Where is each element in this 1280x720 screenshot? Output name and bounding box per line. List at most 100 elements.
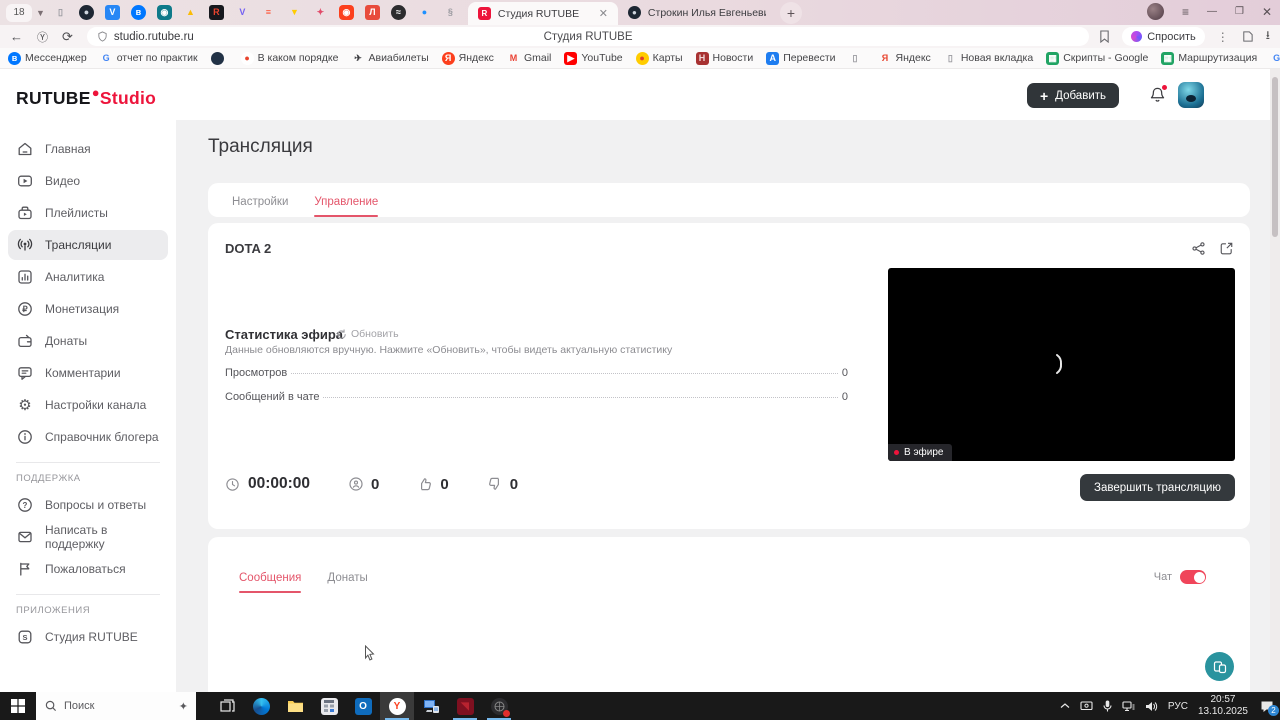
bookmark-item[interactable]: Н Новости [695, 51, 753, 65]
pinned-tab-icon[interactable]: V [235, 5, 250, 20]
addressbar-menu-icon[interactable]: ⋮ [1217, 30, 1229, 44]
pinned-tab-icon[interactable]: § [443, 5, 458, 20]
stream-player[interactable]: В эфире [888, 268, 1235, 461]
pinned-tab-icon[interactable]: R [208, 5, 224, 20]
open-external-icon[interactable] [1219, 241, 1234, 256]
bookmark-item[interactable]: ▯ Новая вкладка [944, 52, 1033, 65]
tray-display-icon[interactable] [1080, 700, 1093, 712]
bookmark-item[interactable]: ● В каком порядке [240, 51, 338, 65]
pinned-tab-icon[interactable]: ● [417, 5, 432, 20]
sidebar-item-video[interactable]: Видео [8, 166, 168, 196]
tray-network-icon[interactable] [1122, 700, 1135, 712]
sidebar-item-studio-app[interactable]: S Студия RUTUBE [8, 622, 168, 652]
pinned-tab-icon[interactable]: ≡ [261, 5, 276, 20]
yandex-browser-icon[interactable]: Y [380, 692, 414, 720]
new-tab-button[interactable]: + [779, 1, 802, 24]
bookmark-item[interactable]: ▶ YouTube [564, 51, 623, 65]
sidebar-item-comments[interactable]: Комментарии [8, 358, 168, 388]
start-button[interactable] [0, 692, 36, 720]
tray-volume-icon[interactable] [1145, 701, 1158, 712]
sidebar-item-blogger-guide[interactable]: Справочник блогера [8, 422, 168, 452]
pinned-tab-icon[interactable]: ▯ [53, 5, 68, 20]
pinned-tab-icon[interactable]: ◉ [156, 5, 172, 20]
bookmark-flag-icon[interactable] [1099, 30, 1110, 43]
pinned-tab-icon[interactable]: ● [78, 5, 94, 20]
task-view-button[interactable] [210, 692, 244, 720]
pinned-tab-icon[interactable]: V [104, 5, 120, 20]
tab-counter-chevron-icon[interactable]: ▼ [36, 8, 45, 18]
thumbs-up-icon[interactable] [417, 476, 433, 492]
refresh-button[interactable]: Обновить [336, 328, 399, 340]
chat-tab-messages[interactable]: Сообщения [239, 572, 302, 593]
bookmark-item[interactable]: в Мессенджер [8, 51, 87, 65]
tray-expand-icon[interactable] [1060, 702, 1070, 710]
bookmark-item[interactable]: ● Карты [635, 51, 683, 65]
notifications-bell-icon[interactable] [1149, 85, 1167, 104]
language-indicator[interactable]: РУС [1168, 701, 1188, 712]
taskbar-clock[interactable]: 20:57 13.10.2025 [1198, 694, 1248, 719]
bookmark-item[interactable]: G Картинки [1270, 52, 1280, 65]
bookmark-item[interactable]: M Gmail [507, 52, 552, 65]
sidebar-item-channel-settings[interactable]: ⚙ Настройки канала [8, 390, 168, 420]
url-field[interactable]: studio.rutube.ru Студия RUTUBE [86, 27, 1090, 46]
tab-background[interactable]: ● Строкин Илья Евгеньевич [618, 1, 776, 24]
action-center-icon[interactable]: 2 [1260, 700, 1279, 716]
browser-profile-avatar[interactable] [1146, 3, 1164, 20]
pinned-tab-icon[interactable]: Л [364, 5, 380, 20]
sidebar-item-streams[interactable]: Трансляции [8, 230, 168, 260]
sidebar-item-faq[interactable]: ? Вопросы и ответы [8, 490, 168, 520]
protect-icon[interactable] [1241, 30, 1254, 43]
bookmark-item[interactable]: Я Яндекс [441, 51, 494, 65]
rutube-studio-logo[interactable]: RUTUBE●Studio [16, 85, 156, 109]
tab-manage[interactable]: Управление [314, 196, 379, 217]
chat-toggle[interactable] [1180, 570, 1206, 584]
pinned-tab-icon[interactable]: в [130, 5, 146, 20]
sidebar-item-report[interactable]: Пожаловаться [8, 554, 168, 584]
ask-alice-button[interactable]: Спросить [1122, 27, 1205, 46]
user-avatar[interactable] [1178, 82, 1204, 108]
file-explorer-icon[interactable] [278, 692, 312, 720]
sidebar-item-playlists[interactable]: Плейлисты [8, 198, 168, 228]
share-icon[interactable] [1191, 241, 1206, 256]
sidebar-item-monetization[interactable]: ₽ Монетизация [8, 294, 168, 324]
tray-microphone-icon[interactable] [1103, 700, 1112, 712]
sidebar-item-contact-support[interactable]: Написать в поддержку [8, 522, 168, 552]
add-button[interactable]: + Добавить [1026, 83, 1119, 108]
back-icon[interactable]: ← [10, 29, 23, 44]
window-close-icon[interactable]: ✕ [1262, 5, 1272, 19]
bookmark-item[interactable]: Я Яндекс [879, 52, 931, 65]
chat-tab-donates[interactable]: Донаты [327, 572, 367, 593]
tab-active[interactable]: R Студия RUTUBE ✕ [467, 2, 618, 25]
pinned-tab-icon[interactable]: ✦ [313, 5, 328, 20]
thumbs-down-icon[interactable] [487, 476, 503, 492]
my-computer-icon[interactable] [414, 692, 448, 720]
taskbar-search[interactable]: Поиск ✦ [36, 692, 196, 720]
bookmark-item[interactable]: ▦ Скрипты - Google [1046, 51, 1148, 65]
sidebar-item-donates[interactable]: Донаты [8, 326, 168, 356]
bookmark-item[interactable]: А Перевести [766, 51, 836, 65]
calculator-app-icon[interactable] [312, 692, 346, 720]
outlook-app-icon[interactable]: O [346, 692, 380, 720]
pinned-tab-icon[interactable]: ≈ [390, 5, 406, 20]
reload-icon[interactable]: ⟳ [62, 29, 73, 45]
end-stream-button[interactable]: Завершить трансляцию [1080, 474, 1235, 501]
red-app-icon[interactable]: ◥ [448, 692, 482, 720]
browser-menu-icon[interactable]: ≡ [1182, 5, 1189, 19]
sidebar-item-analytics[interactable]: Аналитика [8, 262, 168, 292]
window-minimize-icon[interactable]: — [1207, 6, 1217, 17]
window-restore-icon[interactable]: ❐ [1235, 6, 1244, 17]
edge-app-icon[interactable] [244, 692, 278, 720]
pinned-tab-icon[interactable]: ▲ [183, 5, 198, 20]
tab-close-icon[interactable]: ✕ [599, 7, 608, 20]
pinned-tab-icon[interactable]: ▼ [287, 5, 302, 20]
bookmark-item[interactable]: ✈ Авиабилеты [351, 52, 428, 65]
support-chat-fab[interactable] [1205, 652, 1234, 681]
yandex-home-icon[interactable]: Ⓨ [37, 29, 48, 45]
sidebar-item-home[interactable]: Главная [8, 134, 168, 164]
pinned-tab-icon[interactable]: ◉ [338, 5, 354, 20]
bookmark-item[interactable]: ▦ Маршрутизация [1161, 51, 1257, 65]
tab-counter[interactable]: 18 [6, 3, 32, 22]
tab-settings[interactable]: Настройки [232, 196, 288, 217]
bookmark-item[interactable]: ▯ [849, 52, 866, 65]
downloads-icon[interactable]: ⭳ [1266, 26, 1270, 47]
